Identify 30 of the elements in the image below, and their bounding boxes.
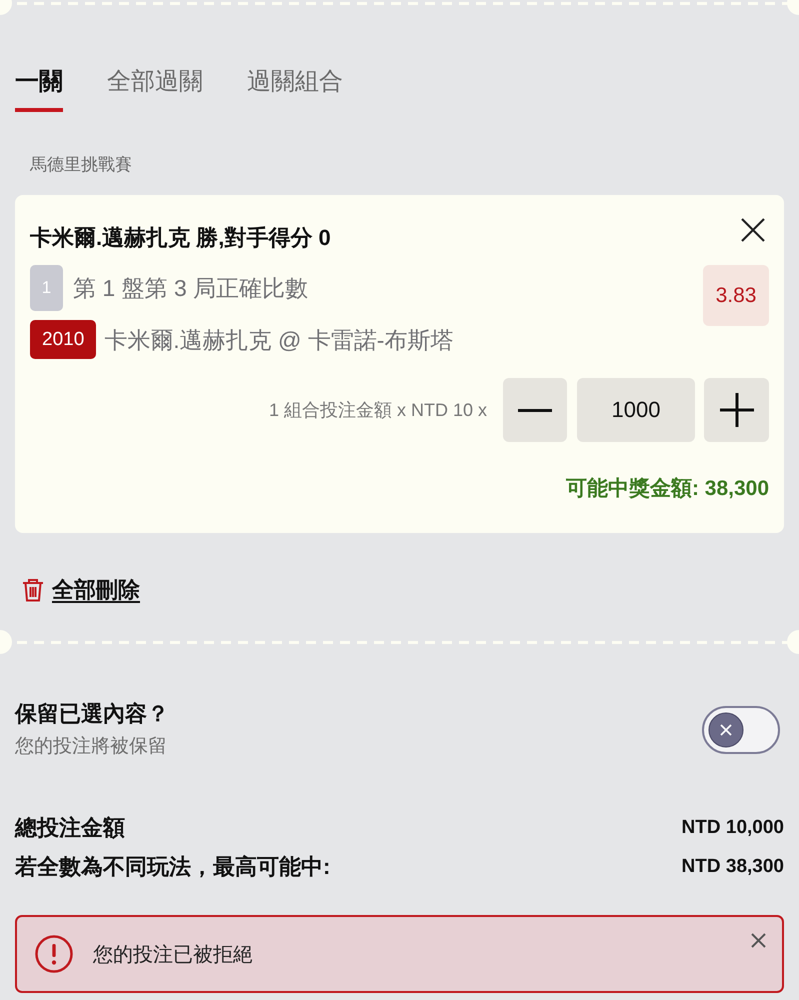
x-icon: [708, 712, 744, 748]
stake-label: 1 組合投注金額 x NTD 10 x: [268, 399, 487, 422]
keep-selections-subtitle: 您的投注將被保留: [15, 735, 168, 759]
summary-label: 總投注金額: [15, 814, 125, 842]
match-code: 2010: [30, 320, 96, 359]
minus-icon: [518, 408, 552, 412]
tab[interactable]: 過關組合: [247, 64, 343, 112]
keep-toggle[interactable]: [702, 706, 780, 754]
match-name: 卡米爾.邁赫扎克 @ 卡雷諾-布斯塔: [104, 326, 454, 354]
event-name: 馬德里挑戰賽: [29, 154, 133, 176]
odds-value: 3.83: [703, 265, 769, 326]
stake-input[interactable]: 1000: [577, 378, 695, 442]
summary-label: 若全數為不同玩法，最高可能中:: [15, 853, 330, 881]
tab[interactable]: 一關: [15, 64, 63, 112]
remove-all-link[interactable]: 全部刪除: [52, 576, 140, 604]
market-name: 第 1 盤第 3 局正確比數: [73, 274, 308, 303]
plus-icon: [720, 393, 754, 427]
potential-win: 可能中獎金額: 38,300: [564, 476, 769, 502]
tab[interactable]: 全部過關: [107, 64, 203, 112]
selection-title: 卡米爾.邁赫扎克 勝,對手得分 0: [30, 224, 331, 252]
trash-icon: [22, 578, 44, 602]
summary-value: NTD 10,000: [682, 817, 784, 839]
increase-button[interactable]: [704, 378, 769, 442]
keep-selections-title: 保留已選內容？: [15, 700, 169, 728]
summary-value: NTD 38,300: [682, 856, 784, 878]
exclamation-icon: [35, 935, 73, 973]
alert-message: 您的投注已被拒絕: [93, 942, 253, 968]
close-icon: [740, 217, 766, 243]
close-icon: [751, 933, 766, 948]
decrease-button[interactable]: [503, 378, 567, 442]
